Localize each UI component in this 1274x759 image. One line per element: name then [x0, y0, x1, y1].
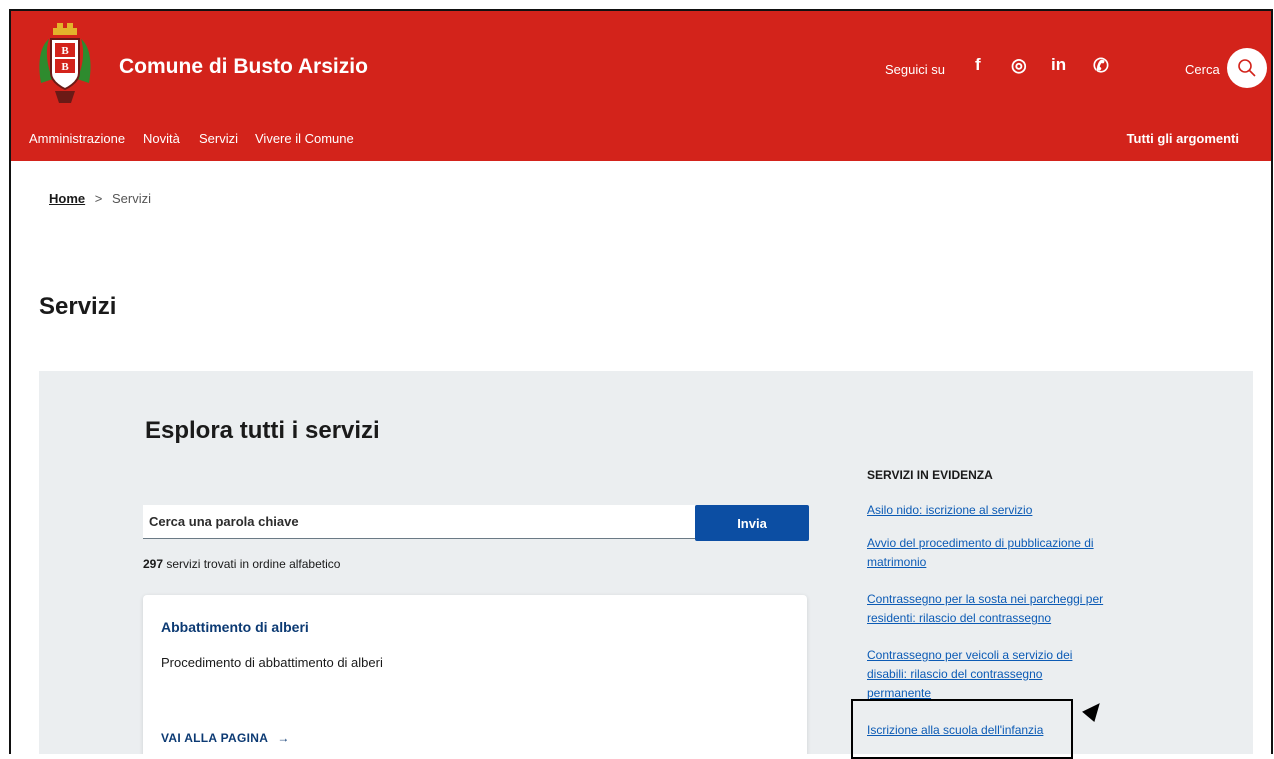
breadcrumb-separator: > [94, 191, 103, 206]
breadcrumb: Home > Servizi [49, 191, 151, 206]
search-icon [1238, 59, 1256, 77]
main-navigation: Amministrazione Novità Servizi Vivere il… [11, 121, 1271, 161]
svg-text:B: B [61, 45, 69, 57]
follow-label: Seguici su [885, 62, 945, 77]
coat-of-arms-logo[interactable]: B B [35, 21, 95, 109]
highlight-box [851, 699, 1073, 759]
browser-viewport: B B Comune di Busto Arsizio Seguici su f… [9, 9, 1273, 754]
featured-link-pubblicazione-matrimonio[interactable]: Avvio del procedimento di pubblicazione … [867, 534, 1117, 572]
arrow-right-icon: → [277, 731, 290, 745]
linkedin-icon[interactable]: in [1051, 55, 1066, 75]
service-card-title[interactable]: Abbattimento di alberi [161, 619, 309, 635]
featured-services-title: SERVIZI IN EVIDENZA [867, 468, 993, 482]
featured-link-contrassegno-residenti[interactable]: Contrassegno per la sosta nei parcheggi … [867, 590, 1107, 628]
results-count-number: 297 [143, 557, 164, 571]
featured-link-asilo-nido[interactable]: Asilo nido: iscrizione al servizio [867, 501, 1129, 520]
nav-item-amministrazione[interactable]: Amministrazione [29, 131, 125, 146]
page-title: Servizi [39, 293, 117, 320]
nav-item-servizi[interactable]: Servizi [199, 131, 238, 146]
nav-item-novita[interactable]: Novità [143, 131, 180, 146]
service-search-input[interactable] [143, 505, 695, 539]
instagram-icon[interactable]: ◎ [1011, 55, 1027, 76]
whatsapp-icon[interactable]: ✆ [1093, 55, 1109, 78]
search-label[interactable]: Cerca [1185, 62, 1220, 77]
service-card-link[interactable]: VAI ALLA PAGINA → [161, 731, 290, 745]
services-panel: Esplora tutti i servizi Invia 297 serviz… [39, 371, 1253, 754]
search-button[interactable] [1227, 48, 1267, 88]
nav-item-vivere-il-comune[interactable]: Vivere il Comune [255, 131, 354, 146]
service-card-link-label: VAI ALLA PAGINA [161, 731, 268, 745]
service-card: Abbattimento di alberi Procedimento di a… [143, 595, 807, 754]
results-count-text: servizi trovati in ordine alfabetico [163, 557, 341, 571]
results-count: 297 servizi trovati in ordine alfabetico [143, 557, 340, 571]
breadcrumb-home-link[interactable]: Home [49, 191, 85, 206]
facebook-icon[interactable]: f [975, 55, 981, 75]
svg-text:B: B [61, 61, 69, 73]
site-title[interactable]: Comune di Busto Arsizio [119, 55, 368, 79]
site-header: B B Comune di Busto Arsizio Seguici su f… [11, 11, 1271, 121]
search-submit-button[interactable]: Invia [695, 505, 809, 541]
nav-item-tutti-gli-argomenti[interactable]: Tutti gli argomenti [1127, 131, 1239, 146]
breadcrumb-current: Servizi [111, 191, 151, 206]
explore-title: Esplora tutti i servizi [145, 417, 380, 444]
featured-link-contrassegno-disabili[interactable]: Contrassegno per veicoli a servizio dei … [867, 646, 1097, 703]
service-card-description: Procedimento di abbattimento di alberi [161, 655, 383, 670]
